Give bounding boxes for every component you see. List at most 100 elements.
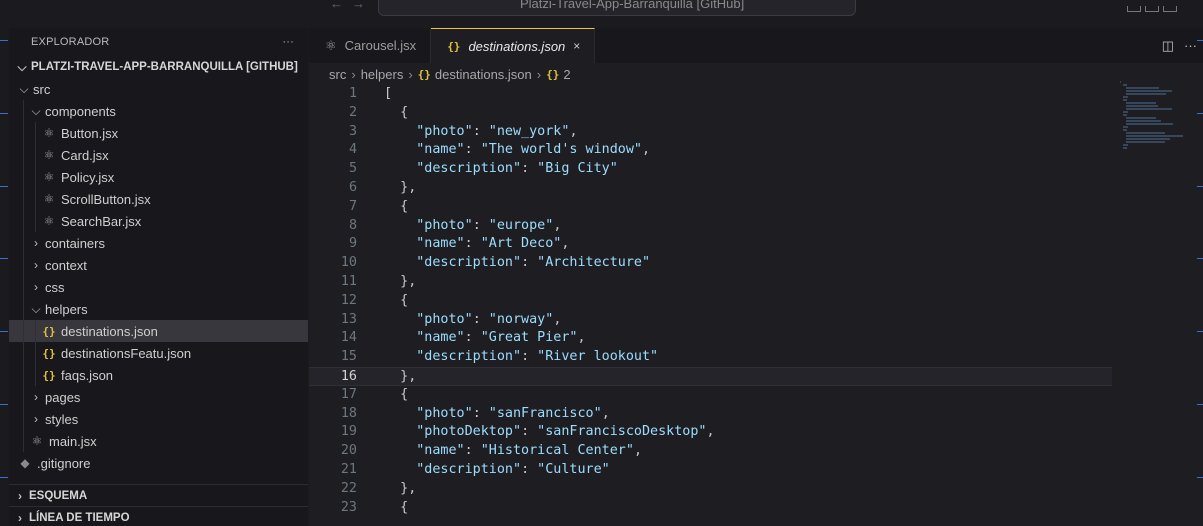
tree-item[interactable]: ⌵ components (9, 100, 308, 122)
chevron-right-icon: › (18, 488, 22, 503)
close-icon[interactable]: × (573, 39, 580, 53)
tree-item[interactable]: {} faqs.json (9, 364, 308, 386)
tree-item[interactable]: ⚛ ScrollButton.jsx (9, 188, 308, 210)
tree-item[interactable]: › pages (9, 386, 308, 408)
code-line[interactable]: 6 }, (309, 179, 1203, 198)
tab-carousel[interactable]: ⚛ Carousel.jsx (309, 28, 432, 63)
layout-secondary-icon[interactable] (1163, 6, 1177, 12)
minimap-line (1122, 84, 1127, 86)
code-line[interactable]: 20 "name": "Historical Center", (309, 442, 1203, 461)
code-text: "description": "Culture" (384, 461, 610, 477)
code-line[interactable]: 5 "description": "Big City" (309, 160, 1203, 179)
code-line[interactable]: 8 "photo": "europe", (309, 217, 1203, 236)
code-line[interactable]: 4 "name": "The world's window", (309, 141, 1203, 160)
minimap-line (1125, 93, 1167, 95)
minimap-line (1125, 120, 1161, 122)
back-arrow-icon[interactable]: ← (330, 0, 343, 11)
layout-panel-icon[interactable] (1145, 6, 1159, 12)
code-text: { (400, 104, 409, 120)
code-editor[interactable]: 1[2 {3 "photo": "new_york", 4 "name": "Th… (309, 85, 1203, 526)
line-number: 11 (340, 273, 357, 289)
chevron-down-icon: ⌵ (31, 103, 41, 118)
code-line[interactable]: 23 { (309, 499, 1203, 518)
tree-item-label: Card.jsx (61, 147, 109, 163)
minimap-line (1122, 129, 1127, 131)
tree-item[interactable]: {} destinationsFeatu.json (9, 342, 308, 364)
code-line[interactable]: 7 { (309, 198, 1203, 217)
forward-arrow-icon[interactable]: → (352, 0, 365, 11)
tab-bar: ⚛ Carousel.jsx {} destinations.json × ◫ … (309, 28, 1203, 63)
code-text: { (400, 198, 409, 214)
tree-item[interactable]: › containers (9, 232, 308, 254)
code-line[interactable]: 18 "photo": "sanFrancisco", (309, 405, 1203, 424)
minimap-line (1125, 135, 1183, 137)
line-number: 9 (348, 236, 357, 252)
outline-section[interactable]: › ESQUEMA (9, 484, 308, 506)
code-line[interactable]: 16 }, (309, 366, 1112, 386)
code-text: "name": "Art Deco", (384, 236, 570, 252)
tree-item[interactable]: ⌵ helpers (9, 298, 308, 320)
code-line[interactable]: 12 { (309, 292, 1203, 311)
minimap-line (1122, 99, 1127, 101)
breadcrumb-file[interactable]: destinations.json (435, 67, 532, 82)
code-text: "name": "Historical Center", (384, 443, 642, 459)
code-line[interactable]: 11 }, (309, 273, 1203, 292)
tree-item[interactable]: ⚛ main.jsx (9, 430, 308, 452)
minimap-line (1125, 123, 1174, 125)
tree-item[interactable]: › context (9, 254, 308, 276)
line-number: 23 (340, 499, 357, 515)
tree-item[interactable]: ◆ .gitignore (9, 452, 308, 474)
more-actions-icon[interactable]: ··· (282, 36, 294, 48)
layout-controls[interactable] (1123, 0, 1183, 12)
minimap-line (1122, 144, 1129, 146)
line-number: 21 (340, 461, 357, 477)
code-line[interactable]: 2 { (309, 104, 1203, 123)
tree-item[interactable]: › styles (9, 408, 308, 430)
minimap[interactable] (1120, 81, 1183, 171)
tree-item[interactable]: ⚛ SearchBar.jsx (9, 210, 308, 232)
code-line[interactable]: 15 "description": "River lookout" (309, 348, 1203, 367)
code-line[interactable]: 3 "photo": "new_york", (309, 123, 1203, 142)
split-editor-icon[interactable]: ◫ (1162, 38, 1174, 54)
editor-area: ⚛ Carousel.jsx {} destinations.json × ◫ … (309, 28, 1203, 526)
breadcrumb-helpers[interactable]: helpers (361, 67, 404, 82)
code-line[interactable]: 1[ (309, 85, 1203, 104)
tree-item[interactable]: ⌵ src (9, 78, 308, 100)
json-icon: {} (417, 67, 431, 81)
breadcrumb-src[interactable]: src (329, 67, 346, 82)
code-line[interactable]: 13 "photo": "norway", (309, 311, 1203, 330)
tree-item-label: .gitignore (37, 455, 91, 471)
explorer-sidebar: EXPLORADOR ··· ⌵ PLATZI-TRAVEL-APP-BARRA… (9, 28, 308, 526)
code-line[interactable]: 10 "description": "Architecture" (309, 254, 1203, 273)
breadcrumb-symbol[interactable]: 2 (563, 67, 570, 82)
tree-item-label: Policy.jsx (61, 169, 115, 185)
code-text: "description": "River lookout" (384, 349, 659, 365)
code-text: "photo": "europe", (384, 217, 562, 233)
tree-item-label: destinations.json (61, 323, 158, 339)
minimap-line (1122, 96, 1129, 98)
tree-item[interactable]: › css (9, 276, 308, 298)
tree-item[interactable]: ⚛ Button.jsx (9, 122, 308, 144)
code-line[interactable]: 9 "name": "Art Deco", (309, 235, 1203, 254)
repo-root[interactable]: ⌵ PLATZI-TRAVEL-APP-BARRANQUILLA [GITHUB… (9, 56, 308, 78)
layout-sidebar-icon[interactable] (1127, 6, 1141, 12)
more-actions-icon[interactable]: ··· (1184, 38, 1197, 53)
json-icon: {} (42, 324, 56, 338)
tree-item[interactable]: {} destinations.json (9, 320, 308, 342)
code-line[interactable]: 14 "name": "Great Pier", (309, 329, 1203, 348)
json-icon: {} (42, 368, 56, 382)
code-line[interactable]: 21 "description": "Culture" (309, 461, 1203, 480)
timeline-section[interactable]: › LÍNEA DE TIEMPO (9, 506, 308, 526)
code-line[interactable]: 22 }, (309, 480, 1203, 499)
code-text: "photo": "sanFrancisco", (384, 405, 610, 421)
tree-item[interactable]: ⚛ Card.jsx (9, 144, 308, 166)
code-line[interactable]: 19 "photoDektop": "sanFranciscoDesktop", (309, 423, 1203, 442)
left-edge-guides (0, 0, 8, 526)
code-line[interactable]: 17 { (309, 386, 1203, 405)
react-icon: ⚛ (43, 192, 55, 206)
line-number: 6 (348, 179, 357, 195)
tree-item[interactable]: ⚛ Policy.jsx (9, 166, 308, 188)
line-number: 3 (348, 123, 357, 139)
minimap-line (1125, 90, 1172, 92)
tab-destinations[interactable]: {} destinations.json × (431, 28, 596, 63)
